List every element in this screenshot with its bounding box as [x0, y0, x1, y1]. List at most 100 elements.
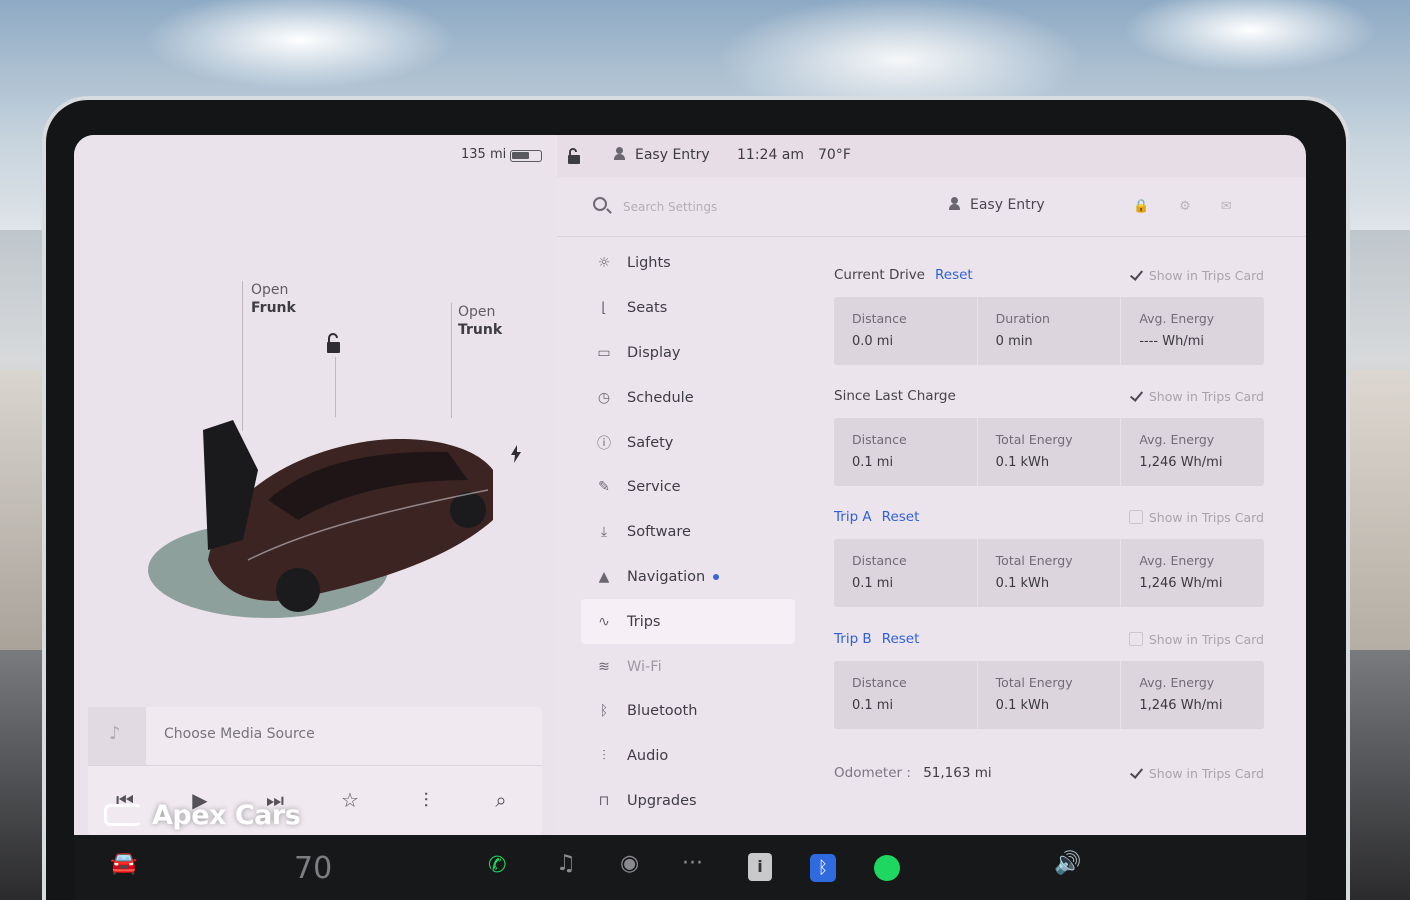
reset-button[interactable]: Reset [882, 509, 920, 525]
clock: 11:24 am [737, 147, 805, 163]
music-icon[interactable]: ♫ [556, 851, 576, 876]
choose-media-source[interactable]: Choose Media Source [164, 726, 315, 742]
unlock-status-icon[interactable] [566, 147, 582, 165]
bluetooth-icon: ᛒ [599, 703, 609, 720]
menu-label: Display [627, 344, 681, 361]
trip-b-section: Trip B Reset Show in Trips Card Distance 0… [834, 631, 1264, 729]
menu-item-bluetooth[interactable]: ᛒ Bluetooth [581, 689, 795, 734]
camera-icon[interactable]: ◉ [620, 851, 639, 876]
odometer-value: 51,163 mi [923, 765, 992, 781]
info-icon[interactable]: i [748, 853, 772, 881]
show-in-trips-card-toggle[interactable]: Show in Trips Card [1129, 389, 1264, 404]
watermark-text: Apex Cars [152, 800, 301, 831]
reset-button[interactable]: Reset [935, 267, 973, 283]
menu-item-trips[interactable]: ∿ Trips [581, 599, 795, 645]
charge-port-icon[interactable] [510, 445, 522, 463]
profile-status[interactable]: Easy Entry [614, 147, 710, 163]
menu-item-upgrades[interactable]: ⊓ Upgrades [581, 779, 795, 824]
checkbox-checked [1129, 766, 1143, 780]
stat-value: 1,246 Wh/mi [1139, 455, 1223, 470]
menu-label: Trips [627, 613, 661, 630]
current-drive-stats: Distance 0.0 mi Duration 0 min Avg. Energy… [834, 297, 1264, 365]
show-in-trips-card-toggle[interactable]: Show in Trips Card [1128, 510, 1264, 525]
lock-leader-line [335, 357, 336, 417]
frunk-label-line2: Frunk [251, 300, 296, 316]
car-panel: Open Frunk Open Trunk ♪ Choose Media Sou… [74, 135, 557, 835]
stat-label: Distance [852, 311, 907, 326]
show-in-trips-card-label: Show in Trips Card [1148, 389, 1264, 404]
spotify-icon[interactable] [874, 855, 900, 881]
stat-value: 0.1 kWh [995, 576, 1050, 591]
menu-item-seats[interactable]: ⌊ Seats [581, 286, 795, 331]
cabin-temperature[interactable]: 70 [294, 851, 332, 886]
stat-label: Distance [852, 675, 907, 690]
stat-total-energy: Total Energy 0.1 kWh [978, 661, 1122, 729]
open-frunk-button[interactable]: Open Frunk [251, 281, 296, 317]
stat-avg-energy: Avg. Energy 1,246 Wh/mi [1121, 661, 1264, 729]
menu-label: Seats [627, 300, 668, 317]
trunk-leader-line [451, 303, 452, 418]
stat-label: Avg. Energy [1139, 432, 1215, 447]
menu-item-software[interactable]: ⤓ Software [581, 510, 795, 555]
stat-distance: Distance 0.0 mi [834, 297, 978, 365]
stat-value: ---- Wh/mi [1139, 334, 1204, 349]
stat-value: 0.1 mi [852, 576, 894, 591]
stat-value: 0 min [995, 334, 1033, 349]
battery-fill [512, 152, 529, 159]
since-last-charge-stats: Distance 0.1 mi Total Energy 0.1 kWh Avg. … [834, 418, 1264, 486]
menu-item-display[interactable]: ▭ Display [581, 331, 795, 376]
stat-value: 1,246 Wh/mi [1139, 698, 1223, 713]
stat-label: Total Energy [995, 432, 1073, 447]
menu-item-audio[interactable]: ⫶ Audio [581, 734, 795, 779]
lock-icon: ⊓ [598, 792, 610, 809]
menu-item-safety[interactable]: ⓘ Safety [581, 420, 795, 465]
person-icon [614, 147, 625, 160]
search-settings-input[interactable] [623, 197, 883, 217]
equalizer-icon[interactable]: ⫶ [411, 785, 441, 815]
show-in-trips-card-toggle[interactable]: Show in Trips Card [1129, 766, 1264, 781]
open-trunk-button[interactable]: Open Trunk [458, 303, 502, 339]
volume-icon[interactable]: 🔊 [1054, 851, 1081, 876]
driver-profile-button[interactable]: Easy Entry [949, 197, 1045, 213]
stat-distance: Distance 0.1 mi [834, 661, 978, 729]
odometer-label: Odometer : [834, 765, 911, 781]
menu-item-navigation[interactable]: ▲ Navigation [581, 555, 795, 600]
trunk-label-line1: Open [458, 304, 496, 320]
header-shortcut-icons[interactable]: 🔒⚙✉ [1133, 199, 1262, 214]
menu-item-lights[interactable]: ☼ Lights [581, 241, 795, 286]
odometer-row: Odometer : 51,163 mi Show in Trips Card [834, 765, 1264, 785]
bluetooth-icon[interactable]: ᛒ [810, 854, 836, 882]
star-icon[interactable]: ☆ [335, 785, 365, 815]
stat-label: Total Energy [995, 553, 1073, 568]
unlock-icon[interactable] [324, 333, 344, 355]
car-icon[interactable]: 🚘 [110, 851, 137, 876]
seat-icon: ⌊ [601, 300, 607, 317]
more-icon[interactable]: ··· [682, 851, 703, 876]
trip-b-header: Trip B Reset Show in Trips Card [834, 631, 1264, 651]
stat-value: 0.0 mi [852, 334, 894, 349]
search-icon[interactable]: ⌕ [486, 785, 516, 815]
stat-value: 0.1 mi [852, 455, 894, 470]
show-in-trips-card-label: Show in Trips Card [1148, 268, 1264, 283]
stat-avg-energy: Avg. Energy 1,246 Wh/mi [1121, 539, 1264, 607]
show-in-trips-card-toggle[interactable]: Show in Trips Card [1128, 632, 1264, 647]
show-in-trips-card-label: Show in Trips Card [1148, 766, 1264, 781]
car-image [148, 420, 493, 618]
show-in-trips-card-toggle[interactable]: Show in Trips Card [1129, 268, 1264, 283]
stat-value: 1,246 Wh/mi [1139, 576, 1223, 591]
checkbox-checked [1129, 389, 1143, 403]
odometer-section: Odometer : 51,163 mi Show in Trips Card [834, 765, 1264, 785]
trip-a-header: Trip A Reset Show in Trips Card [834, 509, 1264, 529]
stat-duration: Duration 0 min [978, 297, 1122, 365]
menu-label: Audio [627, 748, 669, 765]
phone-icon[interactable]: ✆ [488, 853, 506, 878]
light-icon: ☼ [597, 255, 611, 272]
download-icon: ⤓ [600, 524, 608, 541]
reset-button[interactable]: Reset [882, 631, 920, 647]
menu-item-wifi[interactable]: ≋ Wi-Fi [581, 644, 795, 689]
stat-avg-energy: Avg. Energy 1,246 Wh/mi [1121, 418, 1264, 486]
menu-item-service[interactable]: ✎ Service [581, 465, 795, 510]
menu-label: Wi-Fi [627, 658, 662, 675]
menu-item-schedule[interactable]: ◷ Schedule [581, 375, 795, 420]
outside-temperature: 70°F [818, 147, 851, 163]
